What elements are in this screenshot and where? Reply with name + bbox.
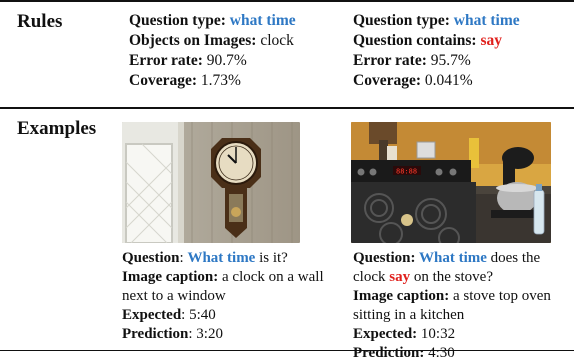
example-1-prediction: Prediction: 3:20 bbox=[122, 326, 223, 342]
example-2-question: Question: What time does the bbox=[353, 250, 541, 266]
examples-heading: Examples bbox=[17, 118, 97, 139]
rule-1-objects: Objects on Images: clock bbox=[129, 32, 294, 49]
rule-2: Question type: what time Question contai… bbox=[353, 11, 520, 91]
rule-2-error-rate: Error rate: 95.7% bbox=[353, 52, 471, 69]
rule-1-error-rate: Error rate: 90.7% bbox=[129, 52, 247, 69]
example-1-question: Question: What time is it? bbox=[122, 250, 288, 266]
example-2-image-caption-cont: sitting in a kitchen bbox=[353, 307, 465, 323]
rule-2-question-type: Question type: what time bbox=[353, 12, 520, 29]
rule-2-coverage: Coverage: 0.041% bbox=[353, 72, 473, 89]
example-2-prediction: Prediction: 4:30 bbox=[353, 345, 455, 361]
rule-1-coverage: Coverage: 1.73% bbox=[129, 72, 241, 89]
example-1-expected: Expected: 5:40 bbox=[122, 307, 216, 323]
stove-kitchen-image: 88:88 bbox=[351, 122, 551, 243]
middle-rule bbox=[0, 107, 574, 109]
example-1-caption: Question: What time is it? Image caption… bbox=[122, 249, 324, 344]
rule-2-question-contains: Question contains: say bbox=[353, 32, 503, 49]
example-2-expected: Expected: 10:32 bbox=[353, 326, 456, 342]
rule-1-question-type: Question type: what time bbox=[129, 12, 296, 29]
example-1-image-caption: Image caption: a clock on a wall bbox=[122, 269, 324, 285]
example-2-question-cont: clock say on the stove? bbox=[353, 269, 493, 285]
top-rule bbox=[0, 0, 574, 2]
rule-1: Question type: what time Objects on Imag… bbox=[129, 11, 296, 91]
bottom-rule bbox=[0, 350, 574, 351]
clock-wall-image bbox=[122, 122, 300, 243]
rules-heading: Rules bbox=[17, 11, 63, 32]
svg-text:88:88: 88:88 bbox=[396, 168, 417, 176]
example-2-caption: Question: What time does the clock say o… bbox=[353, 249, 551, 363]
example-1-image-caption-cont: next to a window bbox=[122, 288, 226, 304]
example-2-image-caption: Image caption: a stove top oven bbox=[353, 288, 551, 304]
